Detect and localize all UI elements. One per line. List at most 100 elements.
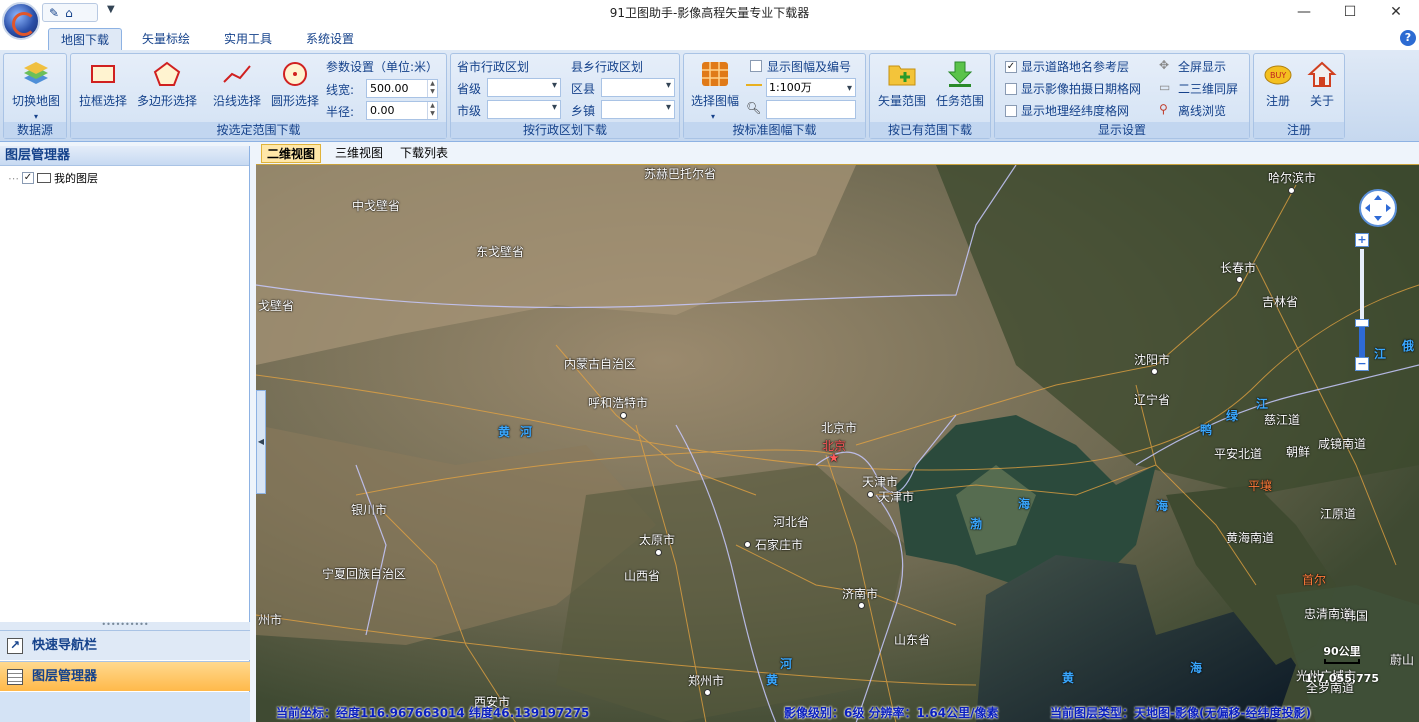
minimize-button[interactable]: —: [1281, 0, 1327, 26]
layer-checkbox[interactable]: ✓: [22, 172, 34, 184]
circle-select-button[interactable]: 圆形选择: [267, 60, 323, 109]
window-title: 91卫图助手-影像高程矢量专业下载器: [609, 6, 810, 20]
panel-title: 图层管理器: [0, 146, 249, 166]
pan-control[interactable]: [1359, 189, 1397, 227]
tab-vector-plot[interactable]: 矢量标绘: [130, 28, 202, 50]
svg-text:BUY: BUY: [1270, 71, 1286, 80]
line-select-button[interactable]: 沿线选择: [209, 60, 265, 109]
map-label: 呼和浩特市: [588, 396, 649, 410]
tree-item-my-layers[interactable]: ⋯ ✓ 我的图层: [8, 170, 98, 186]
spinner-icon[interactable]: ▲ ▼: [427, 102, 437, 119]
scale-select[interactable]: 1:100万: [766, 78, 856, 97]
show-sheet-checkbox[interactable]: [750, 60, 762, 72]
home-icon[interactable]: ⌂: [65, 6, 73, 20]
city-dot: [704, 689, 711, 696]
group-admin: 省市行政区划 省级 市级 县乡行政区划 区县 乡镇 按行政区划下载: [450, 53, 680, 139]
task-range-button[interactable]: 任务范围: [930, 60, 990, 109]
capital-star-icon: ★: [828, 451, 840, 466]
latlon-grid-checkbox[interactable]: [1005, 105, 1017, 117]
map-view[interactable]: 苏赫巴托尔省 中戈壁省 东戈壁省 戈壁省 内蒙古自治区 呼和浩特市 黄 河 北京…: [256, 164, 1419, 722]
select-sheet-button[interactable]: 选择图幅: [686, 60, 744, 109]
view-tabs: 二维视图 三维视图 下载列表: [256, 144, 1419, 164]
close-button[interactable]: ✕: [1373, 0, 1419, 26]
map-label: 内蒙古自治区: [564, 357, 637, 371]
status-layer-type: 当前图层类型：天地图-影像(无偏移-经纬度投影): [1050, 706, 1311, 720]
tab-3d-view[interactable]: 三维视图: [330, 144, 388, 163]
vector-range-button[interactable]: 矢量范围: [872, 60, 932, 109]
city-select[interactable]: [487, 100, 561, 119]
rectangle-icon: [91, 65, 115, 83]
map-label: 江: [1374, 347, 1387, 361]
polygon-select-button[interactable]: 多边形选择: [133, 60, 201, 109]
map-label: 渤: [970, 517, 983, 531]
province-select[interactable]: [487, 78, 561, 97]
map-label: 太原市: [639, 533, 676, 547]
zoom-slider[interactable]: + −: [1355, 233, 1369, 371]
offline-button[interactable]: 离线浏览: [1178, 102, 1226, 119]
app-menu-orb[interactable]: [2, 2, 40, 40]
zoom-in-button[interactable]: +: [1355, 233, 1369, 247]
map-label: 朝鲜: [1286, 445, 1311, 459]
road-layer-checkbox[interactable]: ✓: [1005, 61, 1017, 73]
map-label: 黄: [498, 425, 511, 439]
map-label: 州市: [258, 613, 283, 627]
city-dot: [1151, 368, 1158, 375]
map-label: 河北省: [773, 515, 810, 529]
tab-download-list[interactable]: 下载列表: [395, 144, 453, 163]
collapse-panel-handle[interactable]: ◀: [256, 390, 266, 494]
group-data-source: 切换地图 ▾ 数据源: [3, 53, 67, 139]
polyline-icon: [223, 65, 251, 83]
county-title: 县乡行政区划: [571, 60, 644, 74]
radius-label: 半径:: [326, 105, 355, 119]
fullscreen-button[interactable]: 全屏显示: [1178, 58, 1226, 75]
zoom-out-button[interactable]: −: [1355, 357, 1369, 371]
city-dot: [744, 541, 751, 548]
province-label: 省级: [457, 82, 482, 96]
maximize-button[interactable]: ☐: [1327, 0, 1373, 26]
magnifier-icon: 🔍︎: [746, 101, 762, 115]
table-icon: [7, 669, 23, 685]
map-label: 海: [1190, 661, 1203, 675]
town-select[interactable]: [601, 100, 675, 119]
road-layer-label: 显示道路地名参考层: [1021, 60, 1130, 74]
sheet-search-input[interactable]: [766, 100, 856, 119]
status-level: 影像级别：6级 分辨率：1.64公里/像素: [784, 706, 999, 720]
group-display: ✓ 显示道路地名参考层 显示影像拍摄日期格网 显示地理经纬度格网 ✥ 全屏显示 …: [994, 53, 1250, 139]
about-button[interactable]: 关于: [1300, 60, 1344, 109]
spinner-icon[interactable]: ▲ ▼: [427, 80, 437, 97]
tab-2d-view[interactable]: 二维视图: [261, 144, 322, 163]
buy-tag-icon: BUY: [1264, 65, 1292, 85]
radius-input[interactable]: 0.00 ▲ ▼: [366, 101, 438, 120]
switch-map-button[interactable]: 切换地图: [8, 60, 64, 109]
latlon-grid-label: 显示地理经纬度格网: [1021, 104, 1130, 118]
pen-icon[interactable]: ✎: [49, 6, 59, 20]
district-select[interactable]: [601, 78, 675, 97]
nav-quick-button[interactable]: ↗ 快速导航栏: [0, 630, 250, 660]
help-icon[interactable]: ?: [1400, 30, 1416, 46]
menu-tabs: 地图下载 矢量标绘 实用工具 系统设置 ?: [0, 26, 1419, 50]
qat-dropdown-icon[interactable]: ▼: [107, 4, 115, 15]
chevron-down-icon: ▾: [34, 112, 39, 121]
scale-bar: 90公里 1:7,055,775: [1305, 643, 1379, 685]
town-label: 乡镇: [571, 104, 596, 118]
tab-settings[interactable]: 系统设置: [294, 28, 366, 50]
capture-date-checkbox[interactable]: [1005, 83, 1017, 95]
nav-layers-button[interactable]: 图层管理器: [0, 661, 250, 691]
panel-splitter[interactable]: ••••••••••: [0, 621, 250, 630]
map-label: 山东省: [894, 633, 931, 647]
rect-select-button[interactable]: 拉框选择: [75, 60, 131, 109]
zoom-handle[interactable]: [1355, 319, 1369, 327]
layers-icon: [24, 62, 48, 84]
tab-tools[interactable]: 实用工具: [212, 28, 284, 50]
fullscreen-icon: ✥: [1159, 58, 1170, 72]
dual-screen-button[interactable]: 二三维同屏: [1178, 80, 1238, 97]
tab-map-download[interactable]: 地图下载: [48, 28, 123, 50]
map-label: 黄: [766, 673, 779, 687]
line-width-input[interactable]: 500.00 ▲ ▼: [366, 79, 438, 98]
city-dot: [1288, 187, 1295, 194]
map-label: 平安北道: [1214, 447, 1263, 461]
group-existing: 矢量范围 任务范围 按已有范围下载: [869, 53, 991, 139]
ribbon: 切换地图 ▾ 数据源 拉框选择 多边形选择 沿线选择 圆形选择 参数设置（单位:…: [0, 50, 1419, 142]
panel-footer: [0, 692, 250, 722]
register-button[interactable]: BUY 注册: [1256, 60, 1300, 109]
